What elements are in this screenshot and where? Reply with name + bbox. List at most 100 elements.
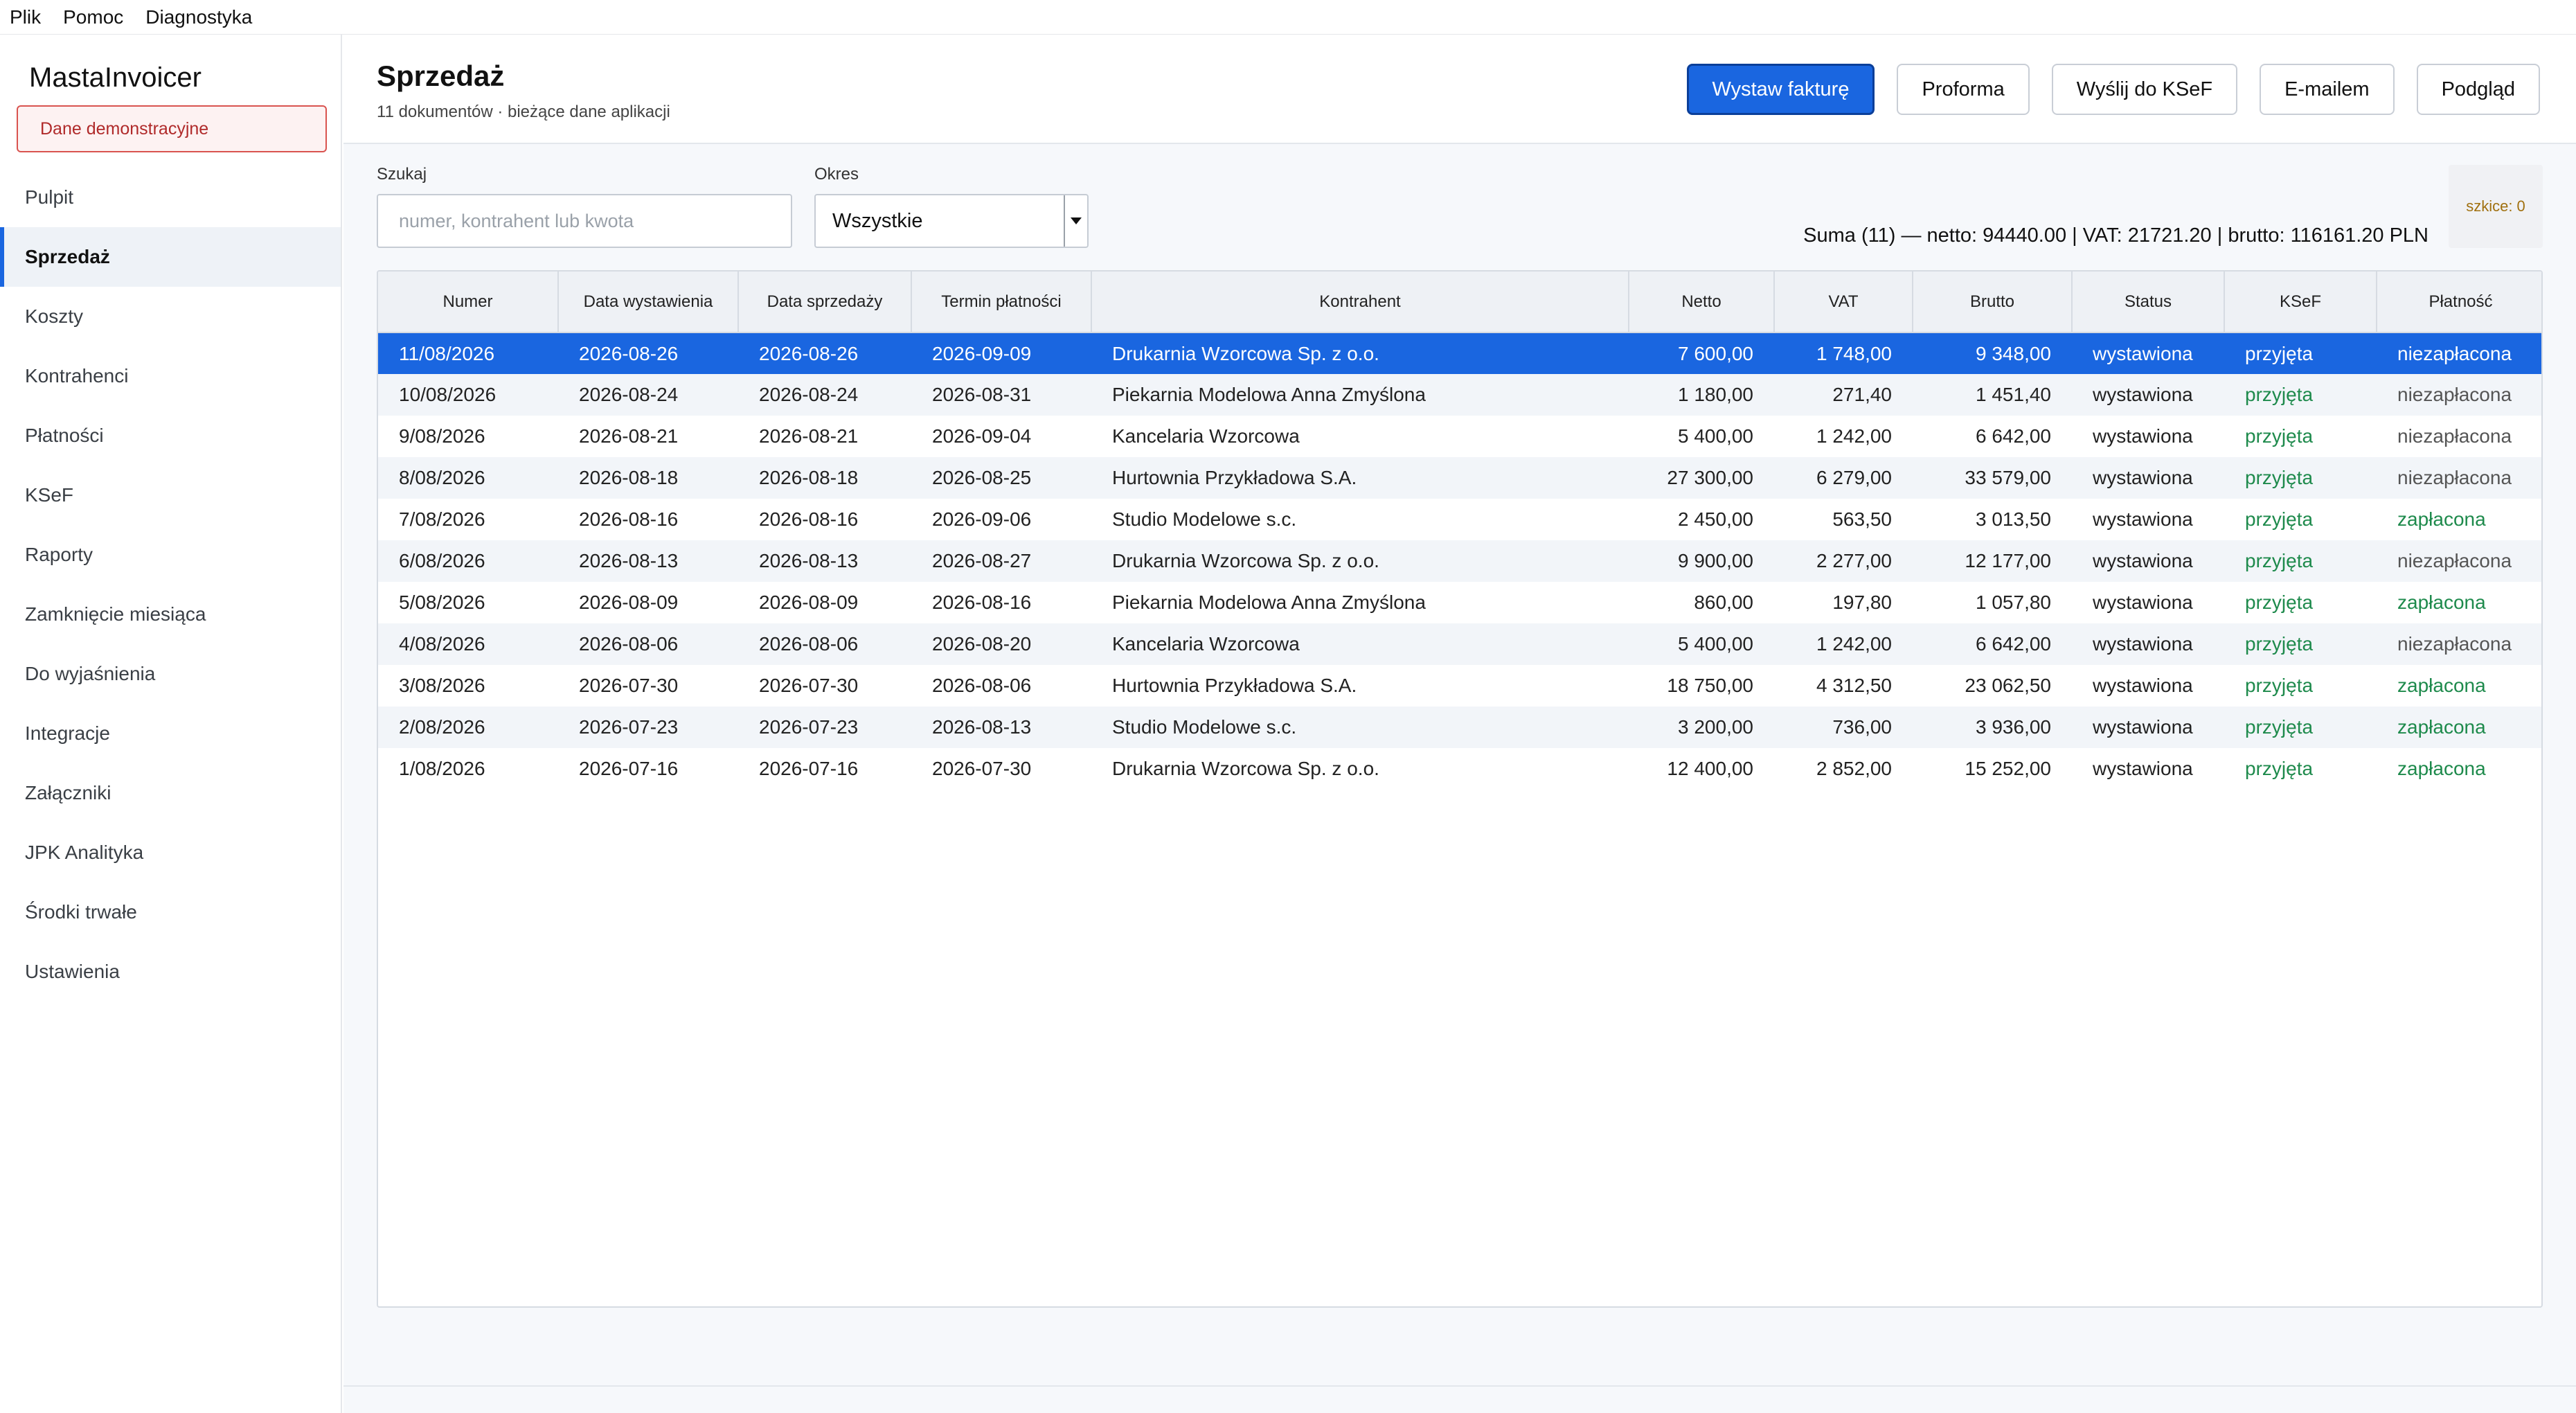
- demo-data-badge: Dane demonstracyjne: [17, 105, 327, 152]
- table-cell: 563,50: [1832, 508, 1892, 530]
- sidebar-item[interactable]: KSeF: [0, 465, 341, 525]
- sidebar-item[interactable]: Płatności: [0, 406, 341, 465]
- column-header[interactable]: Netto: [1629, 272, 1775, 333]
- period-select[interactable]: Wszystkie: [814, 194, 1089, 248]
- table-cell: Piekarnia Modelowa Anna Zmyślona: [1091, 374, 1629, 416]
- sidebar-item[interactable]: Zamknięcie miesiąca: [0, 585, 341, 644]
- table-row[interactable]: 5/08/2026 2026-08-09 2026-08-09 2026-08-16 P…: [378, 582, 2541, 623]
- table-cell: 271,40: [1774, 374, 1913, 416]
- sidebar-item[interactable]: Integracje: [0, 704, 341, 763]
- table-row[interactable]: 11/08/2026 2026-08-26 2026-08-26 2026-09-09…: [378, 332, 2541, 374]
- column-header[interactable]: Brutto: [1913, 272, 2073, 333]
- column-header[interactable]: Termin płatności: [911, 272, 1092, 333]
- sidebar-item[interactable]: Sprzedaż: [0, 227, 341, 287]
- table-cell: 12 400,00: [1667, 758, 1753, 779]
- table-cell: 2 852,00: [1816, 758, 1892, 779]
- table-cell: przyjęta: [2245, 508, 2314, 530]
- sidebar-item[interactable]: Załączniki: [0, 763, 341, 823]
- table-cell: 9 348,00: [1913, 332, 2072, 374]
- sidebar-nav: Pulpit Sprzedaż Koszty Kontrahenci Płatności…: [0, 168, 341, 1002]
- table-cell: przyjęta: [2224, 540, 2377, 582]
- menu-help[interactable]: Pomoc: [63, 6, 123, 28]
- table-cell: przyjęta: [2224, 457, 2377, 499]
- table-cell: wystawiona: [2093, 758, 2193, 779]
- table-cell: 736,00: [1774, 706, 1913, 748]
- table-cell: niezapłacona: [2377, 374, 2541, 416]
- table-cell: 2026-08-31: [911, 374, 1091, 416]
- table-cell: 1 057,80: [1976, 592, 2051, 613]
- search-label: Szukaj: [377, 165, 427, 184]
- table-cell: 6 279,00: [1774, 457, 1913, 499]
- table-row[interactable]: 2/08/2026 2026-07-23 2026-07-23 2026-08-13 S…: [378, 706, 2541, 748]
- table-row[interactable]: 1/08/2026 2026-07-16 2026-07-16 2026-07-30 D…: [378, 748, 2541, 790]
- table-cell: Kancelaria Wzorcowa: [1091, 623, 1629, 665]
- table-row[interactable]: 3/08/2026 2026-07-30 2026-07-30 2026-08-06 H…: [378, 665, 2541, 706]
- table-row[interactable]: 4/08/2026 2026-08-06 2026-08-06 2026-08-20 K…: [378, 623, 2541, 665]
- invoices-table: Numer Data wystawienia Data sprzedaży Termi…: [377, 270, 2543, 1308]
- search-input[interactable]: [377, 194, 792, 248]
- column-header[interactable]: Kontrahent: [1091, 272, 1629, 333]
- table-cell: 3/08/2026: [399, 675, 485, 696]
- send-ksef-button[interactable]: Wyślij do KSeF: [2051, 64, 2238, 115]
- table-cell: Drukarnia Wzorcowa Sp. z o.o.: [1091, 540, 1629, 582]
- menu-diagnostics[interactable]: Diagnostyka: [145, 6, 252, 28]
- table-cell: wystawiona: [2072, 706, 2224, 748]
- column-header[interactable]: Data sprzedaży: [738, 272, 912, 333]
- proforma-button[interactable]: Proforma: [1897, 64, 2030, 115]
- table-row[interactable]: 9/08/2026 2026-08-21 2026-08-21 2026-09-04 K…: [378, 416, 2541, 457]
- table-row[interactable]: 7/08/2026 2026-08-16 2026-08-16 2026-09-06 S…: [378, 499, 2541, 540]
- table-cell: przyjęta: [2224, 332, 2377, 374]
- table-cell: 3 200,00: [1629, 706, 1774, 748]
- table-cell: przyjęta: [2224, 623, 2377, 665]
- table-cell: 2026-08-18: [558, 457, 738, 499]
- column-header[interactable]: Status: [2072, 272, 2225, 333]
- table-cell: zapłacona: [2377, 706, 2541, 748]
- main-content: Sprzedaż 11 dokumentów · bieżące dane ap…: [343, 35, 2576, 1413]
- table-cell: wystawiona: [2072, 457, 2224, 499]
- preview-button[interactable]: Podgląd: [2416, 64, 2540, 115]
- table-cell: 2/08/2026: [378, 706, 558, 748]
- table-cell: 2026-08-06: [558, 623, 738, 665]
- table-row[interactable]: 10/08/2026 2026-08-24 2026-08-24 2026-08-31…: [378, 374, 2541, 416]
- table-row[interactable]: 8/08/2026 2026-08-18 2026-08-18 2026-08-25 H…: [378, 457, 2541, 499]
- table-cell: 2026-08-24: [738, 374, 911, 416]
- column-header[interactable]: KSeF: [2224, 272, 2377, 333]
- table-cell: 33 579,00: [1913, 457, 2072, 499]
- sidebar-item[interactable]: Ustawienia: [0, 942, 341, 1002]
- sidebar-item[interactable]: JPK Analityka: [0, 823, 341, 882]
- table-cell: wystawiona: [2093, 425, 2193, 447]
- table-cell: niezapłacona: [2397, 425, 2512, 447]
- column-header[interactable]: Płatność: [2377, 272, 2541, 333]
- table-cell: 2026-08-26: [558, 332, 738, 374]
- chevron-down-icon[interactable]: [1064, 195, 1087, 247]
- sidebar-item[interactable]: Środki trwałe: [0, 882, 341, 942]
- table-row[interactable]: 6/08/2026 2026-08-13 2026-08-13 2026-08-27 D…: [378, 540, 2541, 582]
- table-cell: przyjęta: [2224, 706, 2377, 748]
- table-cell: 2026-08-24: [558, 374, 738, 416]
- table-cell: zapłacona: [2397, 675, 2486, 696]
- table-cell: 2026-08-16: [759, 508, 859, 530]
- table-cell: niezapłacona: [2377, 540, 2541, 582]
- sidebar-item[interactable]: Kontrahenci: [0, 346, 341, 406]
- table-cell: 2026-08-25: [911, 457, 1091, 499]
- email-button[interactable]: E-mailem: [2260, 64, 2395, 115]
- table-cell: wystawiona: [2072, 332, 2224, 374]
- menu-file[interactable]: Plik: [10, 6, 41, 28]
- table-cell: Drukarnia Wzorcowa Sp. z o.o.: [1091, 332, 1629, 374]
- table-cell: 2026-08-06: [738, 623, 911, 665]
- table-cell: 2026-08-16: [579, 508, 679, 530]
- table-cell: przyjęta: [2245, 592, 2314, 613]
- column-header[interactable]: VAT: [1774, 272, 1913, 333]
- column-header[interactable]: Data wystawienia: [558, 272, 739, 333]
- column-header[interactable]: Numer: [378, 272, 559, 333]
- table-header-row: Numer Data wystawienia Data sprzedaży Termi…: [378, 272, 2541, 333]
- issue-invoice-button[interactable]: Wystaw fakturę: [1686, 64, 1875, 115]
- table-cell: Hurtownia Przykładowa S.A.: [1112, 675, 1357, 696]
- sidebar-item[interactable]: Do wyjaśnienia: [0, 644, 341, 704]
- page-subtitle: 11 dokumentów · bieżące dane aplikacji: [377, 103, 670, 121]
- table-cell: wystawiona: [2093, 592, 2193, 613]
- table-cell: niezapłacona: [2377, 332, 2541, 374]
- sidebar-item[interactable]: Koszty: [0, 287, 341, 346]
- sidebar-item[interactable]: Pulpit: [0, 168, 341, 227]
- sidebar-item[interactable]: Raporty: [0, 525, 341, 585]
